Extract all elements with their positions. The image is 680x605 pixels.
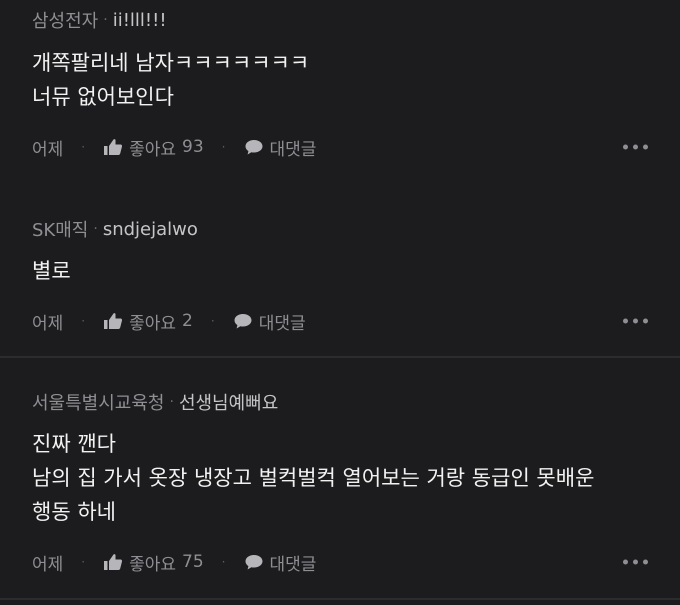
like-button[interactable]: 좋아요 93 [103, 135, 204, 160]
comment-time: 어제 [32, 139, 64, 160]
reply-button[interactable]: 대댓글 [233, 309, 306, 334]
thumbs-up-icon [103, 138, 123, 156]
comment-actions: 어제 · 좋아요 2 · 대댓글 [32, 308, 648, 334]
like-label: 좋아요 [129, 139, 177, 160]
reply-button[interactable]: 대댓글 [244, 550, 317, 575]
like-count: 93 [182, 137, 204, 157]
comment-author: SK매직 · sndjejalwo [32, 216, 198, 242]
comment-line: 개쪽팔리네 남자ㅋㅋㅋㅋㅋㅋㅋ [32, 51, 310, 75]
action-separator: · [221, 140, 226, 154]
author-nickname[interactable]: ii!lll!!! [113, 10, 167, 31]
like-button[interactable]: 좋아요 75 [103, 550, 204, 575]
more-options-button[interactable] [623, 554, 648, 571]
comment-author: 서울특별시교육청 · 선생님예뻐요 [32, 390, 278, 414]
comment-time: 어제 [32, 313, 64, 334]
action-separator: · [210, 314, 215, 328]
speech-bubble-icon [233, 312, 253, 330]
comment-time: 어제 [32, 554, 64, 575]
comment-line: 별로 [32, 259, 71, 283]
reply-label: 대댓글 [269, 554, 317, 575]
comment-actions: 어제 · 좋아요 93 · 대댓글 [32, 134, 648, 160]
thumbs-up-icon [103, 553, 123, 571]
author-company[interactable]: 삼성전자 [32, 7, 98, 33]
comment-actions: 어제 · 좋아요 75 · 대댓글 [32, 549, 648, 575]
comment-line: 남의 집 가서 옷장 냉장고 벌컥벌컥 열어보는 거랑 동급인 못배운 [32, 466, 595, 490]
thumbs-up-icon [103, 312, 123, 330]
like-label: 좋아요 [129, 313, 177, 334]
comment-divider [0, 356, 680, 358]
comment-feed: 삼성전자 · ii!lll!!! 개쪽팔리네 남자ㅋㅋㅋㅋㅋㅋㅋ 너뮤 없어보인… [0, 0, 680, 605]
more-options-button[interactable] [623, 139, 648, 156]
meta-separator: · [93, 221, 98, 237]
speech-bubble-icon [244, 553, 264, 571]
reply-button[interactable]: 대댓글 [244, 135, 317, 160]
comment-author: 삼성전자 · ii!lll!!! [32, 7, 167, 33]
reply-label: 대댓글 [258, 313, 306, 334]
comment-line: 너뮤 없어보인다 [32, 85, 174, 109]
like-count: 2 [182, 311, 193, 331]
like-count: 75 [182, 552, 204, 572]
speech-bubble-icon [244, 138, 264, 156]
action-separator: · [221, 555, 226, 569]
comment-body: 개쪽팔리네 남자ㅋㅋㅋㅋㅋㅋㅋ 너뮤 없어보인다 [32, 46, 309, 114]
meta-separator: · [169, 394, 174, 410]
author-company[interactable]: 서울특별시교육청 [32, 389, 164, 415]
like-button[interactable]: 좋아요 2 [103, 309, 193, 334]
comment-divider [0, 598, 680, 600]
author-company[interactable]: SK매직 [32, 216, 88, 242]
comment-body: 진짜 깬다 남의 집 가서 옷장 냉장고 벌컥벌컥 열어보는 거랑 동급인 못배… [32, 427, 594, 529]
action-separator: · [81, 314, 86, 328]
comment-line: 진짜 깬다 [32, 432, 116, 456]
author-nickname[interactable]: sndjejalwo [103, 219, 198, 240]
comment-body: 별로 [32, 254, 71, 288]
more-options-button[interactable] [623, 313, 648, 330]
comment-line: 행동 하네 [32, 500, 116, 524]
reply-label: 대댓글 [269, 139, 317, 160]
action-separator: · [81, 140, 86, 154]
like-label: 좋아요 [129, 554, 177, 575]
author-nickname[interactable]: 선생님예뻐요 [179, 389, 278, 415]
meta-separator: · [103, 12, 108, 28]
action-separator: · [81, 555, 86, 569]
